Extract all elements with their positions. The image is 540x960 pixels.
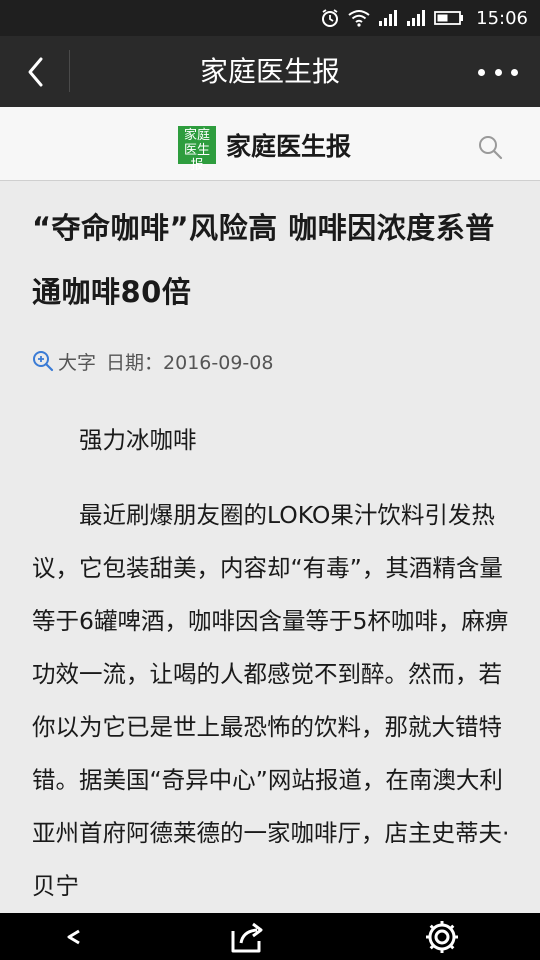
- more-dots-icon: [478, 68, 485, 76]
- article-body: 强力冰咖啡 最近刷爆朋友圈的LOKO果汁饮料引发热议，它包装甜美，内容却“有毒”…: [32, 414, 512, 913]
- search-icon: [479, 136, 503, 160]
- nav-title: 家庭医生报: [199, 55, 340, 88]
- status-icons: 15:06: [320, 0, 528, 36]
- signal-icon: [379, 10, 398, 26]
- back-button[interactable]: [18, 54, 54, 90]
- site-brand[interactable]: 家庭医生报 家庭医生报: [178, 125, 352, 173]
- search-button[interactable]: [476, 133, 504, 161]
- article-subhead: 强力冰咖啡: [79, 426, 197, 454]
- status-time: 15:06: [476, 7, 528, 29]
- bottom-toolbar: [0, 913, 540, 960]
- more-button[interactable]: [478, 60, 518, 84]
- site-header: 家庭医生报 家庭医生报: [0, 107, 540, 181]
- share-icon: [231, 922, 263, 953]
- more-dots-icon: [511, 68, 518, 76]
- battery-icon: [434, 11, 464, 25]
- site-name: 家庭医生报: [226, 132, 352, 161]
- chevron-left-icon: [28, 57, 43, 87]
- article-title: “夺命咖啡”风险高 咖啡因浓度系普通咖啡80倍: [32, 211, 495, 309]
- wifi-icon: [348, 10, 370, 27]
- settings-gear-icon: [426, 921, 458, 953]
- article-meta: 大字 日期：2016-09-08: [32, 346, 512, 376]
- signal-icon: [407, 10, 426, 26]
- share-button[interactable]: [228, 917, 268, 957]
- toolbar-back-button[interactable]: [54, 917, 94, 957]
- article-date: 日期：2016-09-08: [106, 351, 274, 374]
- zoom-in-icon[interactable]: [32, 350, 54, 372]
- article: “夺命咖啡”风险高 咖啡因浓度系普通咖啡80倍 大字 日期：2016-09-08…: [32, 196, 512, 913]
- back-arrow-icon: [67, 929, 80, 945]
- nav-bar: 家庭医生报: [0, 36, 540, 107]
- alarm-icon: [322, 9, 339, 27]
- more-dots-icon: [494, 68, 502, 76]
- nav-divider: [69, 50, 70, 92]
- article-paragraph: 最近刷爆朋友圈的LOKO果汁饮料引发热议，它包装甜美，内容却“有毒”，其酒精含量…: [32, 501, 510, 900]
- status-bar: 15:06: [0, 0, 540, 36]
- large-font-toggle[interactable]: 大字: [58, 348, 96, 375]
- settings-button[interactable]: [422, 917, 462, 957]
- site-logo: 家庭医生报: [178, 126, 216, 173]
